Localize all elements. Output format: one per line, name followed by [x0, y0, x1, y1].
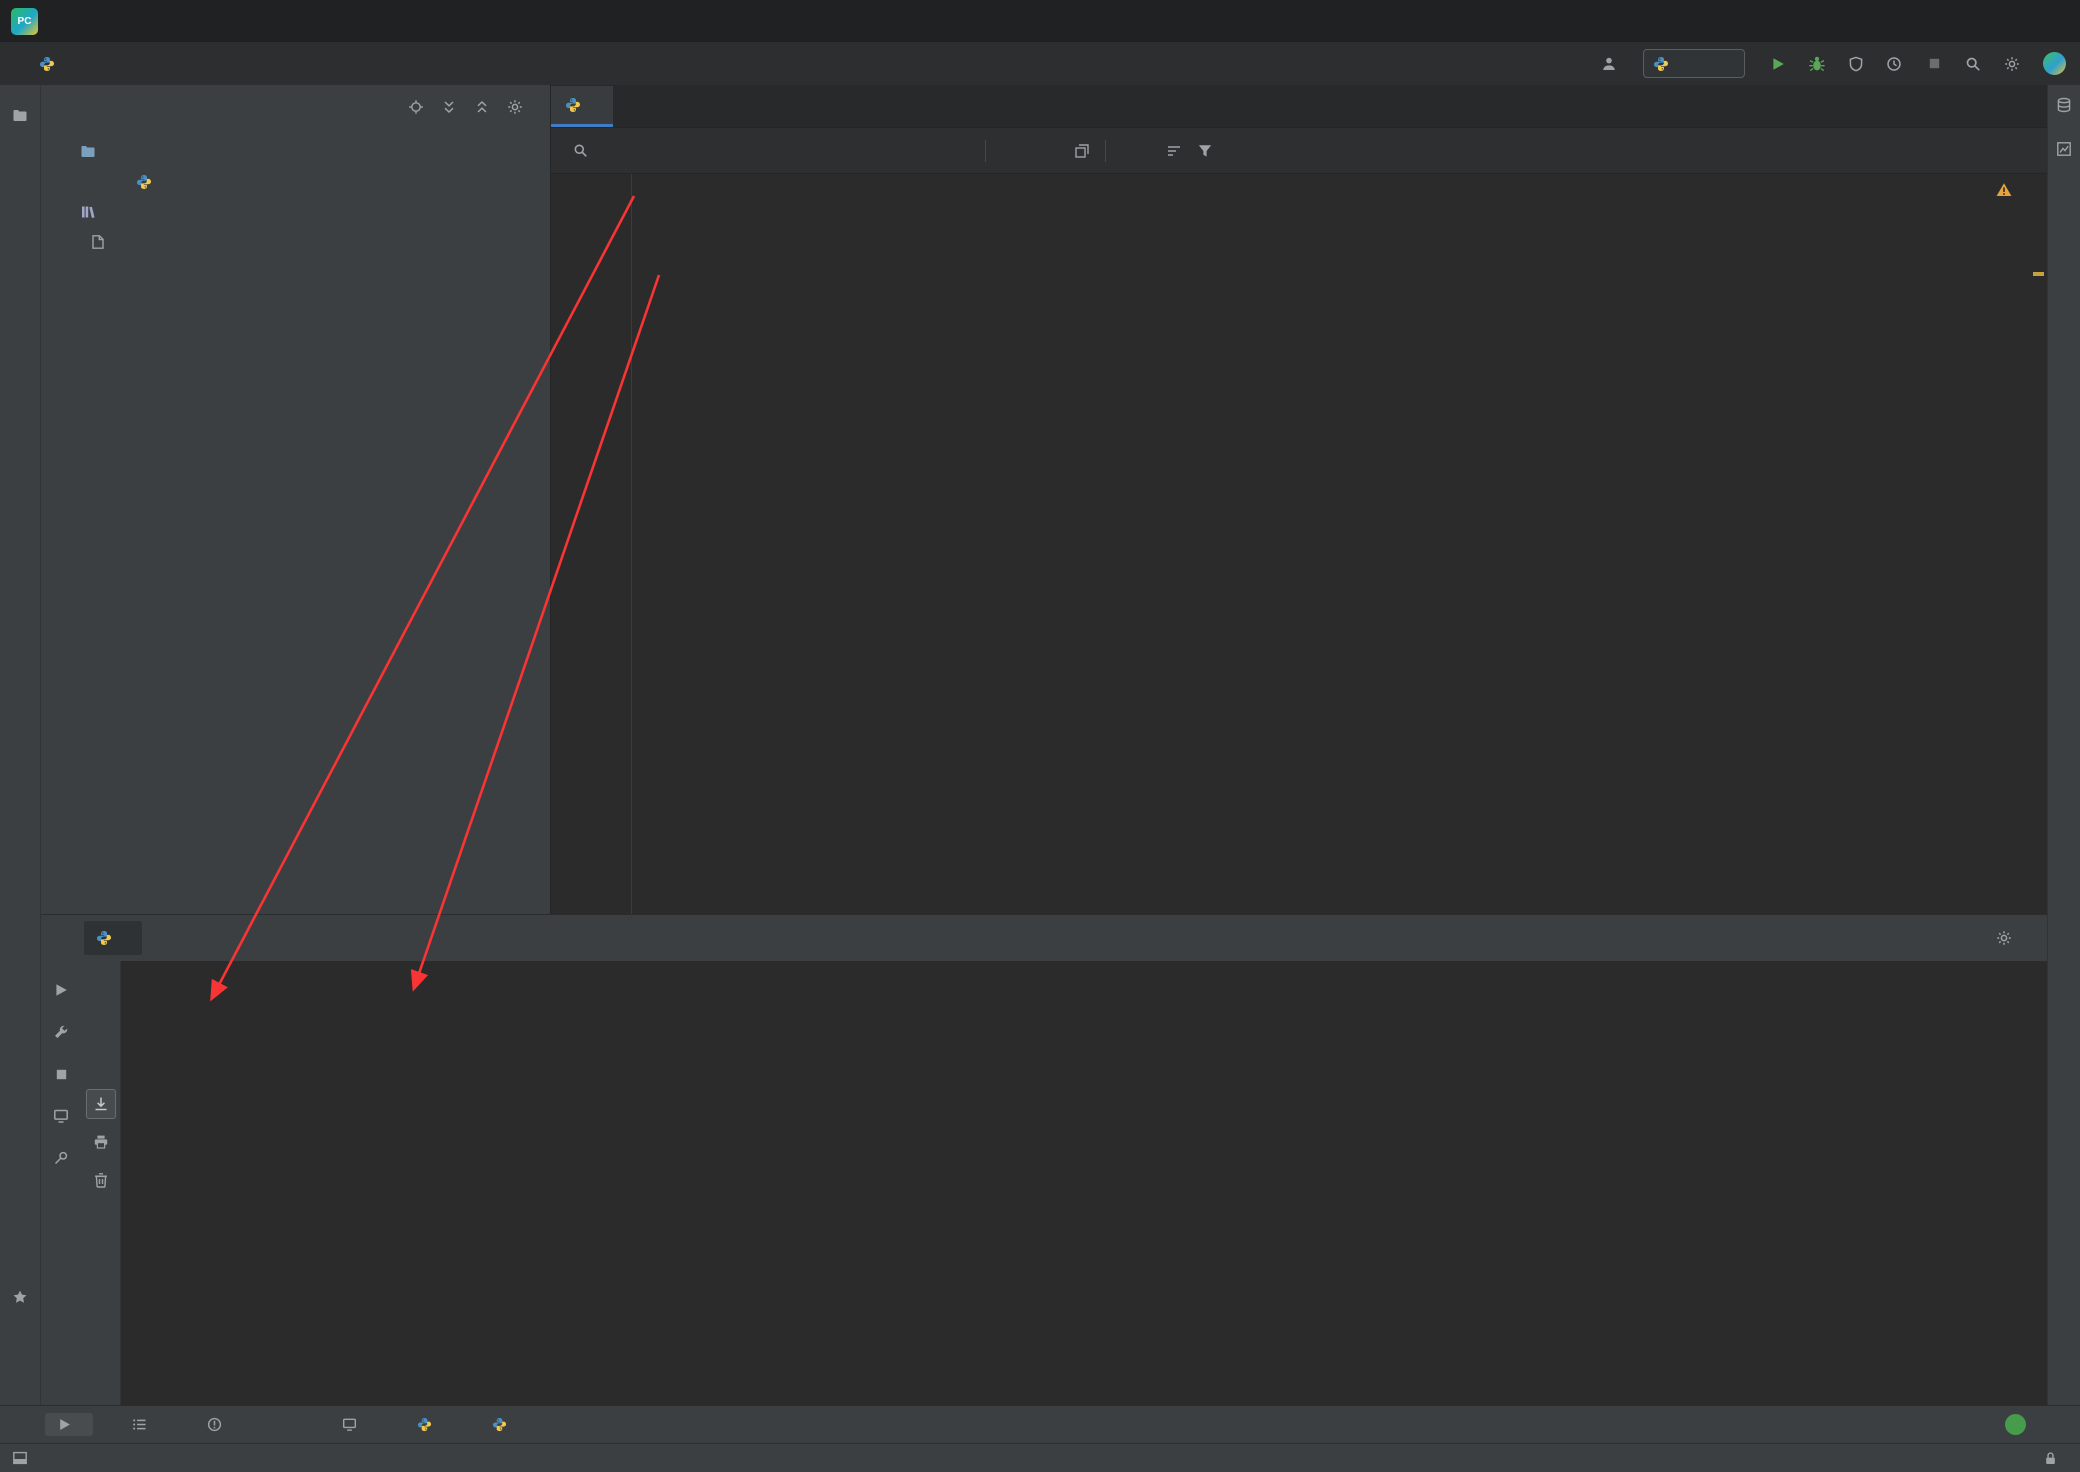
find-bar	[551, 128, 2048, 174]
tree-item-scratches[interactable]	[40, 227, 550, 257]
minimize-button[interactable]	[1897, 0, 1958, 42]
stop-button[interactable]	[1918, 49, 1950, 79]
run-settings-button[interactable]	[1996, 930, 2012, 946]
open-in-find-window-button[interactable]	[1074, 143, 1090, 159]
plugin-icon[interactable]	[2043, 52, 2066, 75]
expand-all-button[interactable]	[441, 99, 457, 115]
python-file-icon	[136, 174, 152, 190]
words-toggle[interactable]	[939, 149, 947, 153]
tool-button-terminal[interactable]	[330, 1413, 378, 1436]
project-panel-header	[40, 85, 550, 129]
project-tree	[40, 129, 550, 257]
code-editor[interactable]	[551, 174, 2048, 914]
tool-button-todo[interactable]	[120, 1413, 168, 1436]
scrollbar-warning-mark	[2033, 272, 2044, 276]
soft-wrap-button[interactable]	[86, 1051, 116, 1081]
stop-process-button[interactable]	[46, 1059, 76, 1089]
lock-icon[interactable]	[2043, 1451, 2058, 1466]
event-log-button[interactable]	[2005, 1414, 2035, 1435]
tree-item-project-root[interactable]	[40, 137, 550, 167]
modify-run-config-button[interactable]	[46, 1017, 76, 1047]
locate-file-button[interactable]	[408, 99, 424, 115]
editor-tab-bar	[551, 85, 2048, 128]
divider	[985, 139, 986, 162]
close-button[interactable]	[2019, 0, 2080, 42]
rerun-button[interactable]	[46, 975, 76, 1005]
regex-toggle[interactable]	[962, 149, 970, 153]
debug-button[interactable]	[1801, 49, 1833, 79]
tool-button-python-packages[interactable]	[405, 1413, 453, 1436]
run-configuration-select[interactable]	[1643, 49, 1745, 78]
star-icon[interactable]	[12, 1289, 28, 1305]
settings-button[interactable]	[1996, 49, 2028, 79]
python-file-icon	[96, 930, 112, 946]
window-controls	[1897, 0, 2080, 42]
pin-tab-button[interactable]	[46, 1143, 76, 1173]
maximize-button[interactable]	[1958, 0, 2019, 42]
run-tool-window	[40, 914, 2048, 1405]
filter-lines-button[interactable]	[1166, 143, 1182, 159]
tool-button-eval-reset[interactable]	[270, 1421, 303, 1429]
filter-funnel-button[interactable]	[1197, 143, 1213, 159]
event-log-badge	[2005, 1414, 2026, 1435]
search-icon	[573, 143, 588, 158]
down-stacktrace-button[interactable]	[86, 1013, 116, 1043]
navigation-bar	[0, 42, 2080, 85]
tool-button-run[interactable]	[45, 1413, 93, 1436]
up-stacktrace-button[interactable]	[86, 975, 116, 1005]
search-input[interactable]	[565, 136, 886, 166]
coverage-button[interactable]	[1840, 49, 1872, 79]
tree-item-day1[interactable]	[40, 167, 550, 197]
project-panel	[40, 85, 551, 914]
pycharm-window: PC	[0, 0, 2080, 1472]
folder-icon[interactable]	[12, 108, 28, 124]
navbar-toolbar	[1594, 49, 2066, 79]
python-file-icon	[39, 56, 55, 72]
console-output[interactable]	[121, 961, 2048, 1405]
scroll-to-end-button[interactable]	[86, 1089, 116, 1119]
title-bar: PC	[0, 0, 2080, 42]
inspection-widget[interactable]	[1996, 182, 2036, 198]
users-button[interactable]	[1594, 49, 1626, 79]
editor-area	[551, 85, 2048, 914]
pycharm-logo-icon: PC	[11, 7, 38, 35]
warning-icon	[1996, 182, 2012, 198]
match-case-toggle[interactable]	[916, 149, 924, 153]
tool-window-switcher-icon[interactable]	[12, 1450, 28, 1466]
status-bar	[0, 1443, 2080, 1472]
right-tool-stripe	[2047, 85, 2080, 1405]
scratch-file-icon	[90, 234, 106, 250]
project-settings-button[interactable]	[507, 99, 523, 115]
tool-button-problems[interactable]	[195, 1413, 243, 1436]
gutter-separator	[631, 174, 632, 914]
run-button[interactable]	[1762, 49, 1794, 79]
left-tool-stripe	[0, 85, 41, 1405]
search-everywhere-button[interactable]	[1957, 49, 1989, 79]
database-icon[interactable]	[2056, 97, 2072, 113]
tree-item-external-libraries[interactable]	[40, 197, 550, 227]
profiler-button[interactable]	[1879, 49, 1911, 79]
library-icon	[80, 204, 96, 220]
main-area	[40, 85, 2048, 1405]
run-tool-window-header	[40, 915, 2048, 961]
tool-window-bar	[0, 1405, 2080, 1443]
clear-all-button[interactable]	[86, 1165, 116, 1195]
tool-button-python-console[interactable]	[480, 1413, 528, 1436]
run-tab-day1[interactable]	[84, 921, 142, 955]
python-file-icon	[1653, 56, 1669, 72]
breadcrumb-file[interactable]	[39, 56, 62, 72]
sciview-icon[interactable]	[2056, 141, 2072, 157]
editor-tab-day1[interactable]	[551, 86, 613, 127]
divider	[1105, 139, 1106, 162]
python-file-icon	[565, 97, 581, 113]
folder-icon	[80, 144, 96, 160]
restore-layout-button[interactable]	[46, 1101, 76, 1131]
print-button[interactable]	[86, 1127, 116, 1157]
collapse-all-button[interactable]	[474, 99, 490, 115]
run-toolbar	[40, 961, 121, 1405]
